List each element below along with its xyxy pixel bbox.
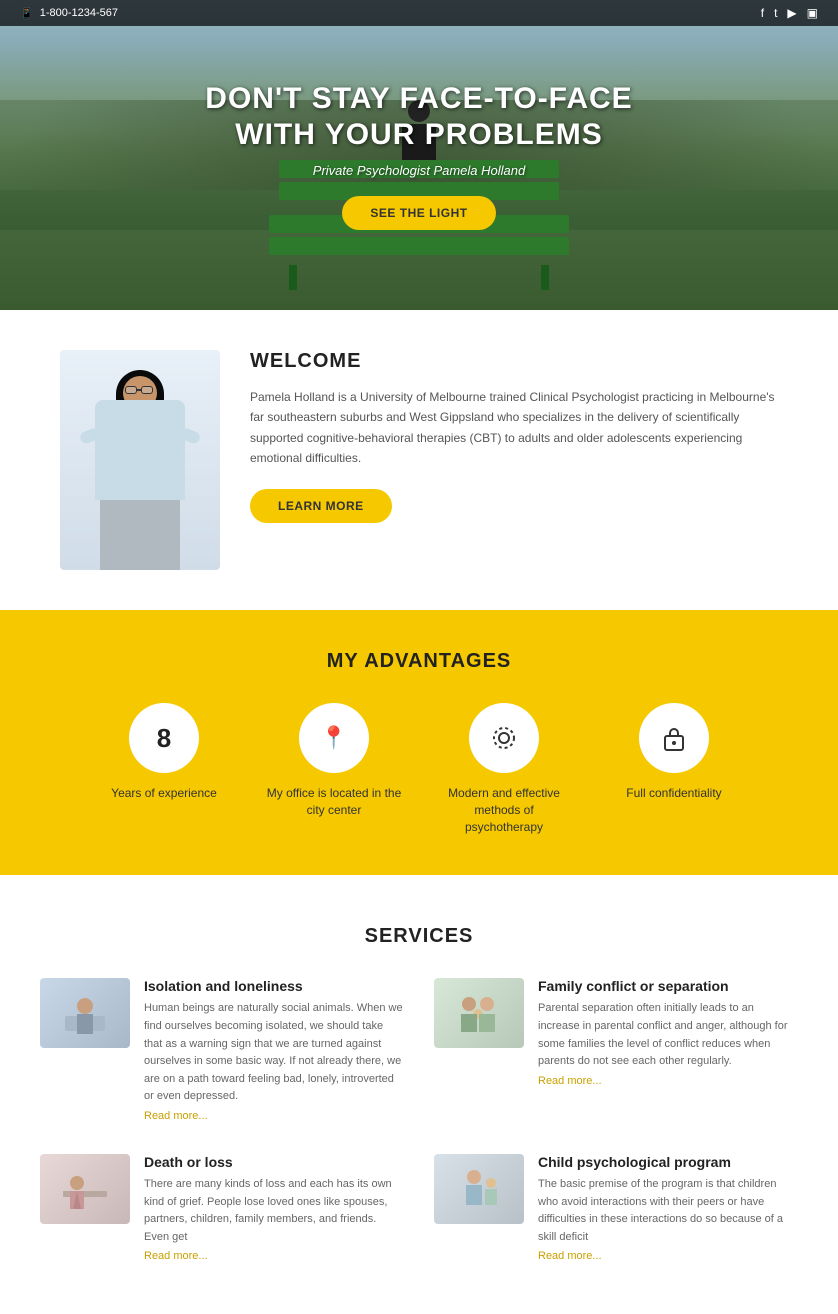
phone-bar: 📱 1-800-1234-567 <box>20 7 118 20</box>
experience-label: Years of experience <box>111 785 217 802</box>
service-image-family <box>434 978 524 1048</box>
twitter-icon[interactable]: t <box>774 6 777 20</box>
psychologist-avatar <box>60 350 220 570</box>
hero-subtitle: Private Psychologist Pamela Holland <box>205 163 632 178</box>
service-desc-child: The basic premise of the program is that… <box>538 1176 798 1246</box>
hero-cta-button[interactable]: SEE THE LIGHT <box>342 196 495 230</box>
service-content-child: Child psychological program The basic pr… <box>538 1154 798 1264</box>
welcome-title: WELCOME <box>250 350 778 373</box>
service-desc-family: Parental separation often initially lead… <box>538 1000 798 1070</box>
service-item-death: Death or loss There are many kinds of lo… <box>40 1154 404 1264</box>
phone-number: 1-800-1234-567 <box>40 7 118 19</box>
advantage-circle-confidentiality <box>639 703 709 773</box>
learn-more-button[interactable]: LEARN MORE <box>250 489 392 523</box>
instagram-icon[interactable]: ▣ <box>807 6 818 20</box>
advantages-title: MY ADVANTAGES <box>30 650 808 673</box>
welcome-description: Pamela Holland is a University of Melbou… <box>250 387 778 469</box>
services-grid: Isolation and loneliness Human beings ar… <box>40 978 798 1264</box>
death-illustration <box>55 1161 115 1216</box>
advantage-circle-methods <box>469 703 539 773</box>
experience-number: 8 <box>157 723 171 754</box>
service-image-child <box>434 1154 524 1224</box>
bench-leg-left <box>289 265 297 290</box>
facebook-icon[interactable]: f <box>761 6 764 20</box>
service-item-child: Child psychological program The basic pr… <box>434 1154 798 1264</box>
hero-section: DON'T STAY FACE-TO-FACE WITH YOUR PROBLE… <box>0 0 838 310</box>
service-image-isolation <box>40 978 130 1048</box>
services-section: SERVICES Isolation and loneliness Human … <box>0 875 838 1314</box>
gear-icon <box>490 724 518 752</box>
service-name-child: Child psychological program <box>538 1154 798 1170</box>
youtube-icon[interactable]: ▶ <box>787 6 796 20</box>
bench-leg-right <box>541 265 549 290</box>
advantages-grid: 8 Years of experience 📍 My office is loc… <box>30 703 808 835</box>
service-desc-isolation: Human beings are naturally social animal… <box>144 1000 404 1106</box>
location-label: My office is located in the city center <box>264 785 404 819</box>
service-content-isolation: Isolation and loneliness Human beings ar… <box>144 978 404 1124</box>
service-content-death: Death or loss There are many kinds of lo… <box>144 1154 404 1264</box>
advantage-item-location: 📍 My office is located in the city cente… <box>264 703 404 835</box>
read-more-isolation[interactable]: Read more... <box>144 1110 208 1122</box>
service-image-death <box>40 1154 130 1224</box>
social-icons: f t ▶ ▣ <box>761 6 818 20</box>
welcome-text: WELCOME Pamela Holland is a University o… <box>250 350 778 523</box>
service-item-isolation: Isolation and loneliness Human beings ar… <box>40 978 404 1124</box>
location-icon: 📍 <box>320 725 347 751</box>
hero-title: DON'T STAY FACE-TO-FACE WITH YOUR PROBLE… <box>205 81 632 153</box>
advantage-circle-experience: 8 <box>129 703 199 773</box>
read-more-child[interactable]: Read more... <box>538 1250 602 1262</box>
advantage-item-methods: Modern and effective methods of psychoth… <box>434 703 574 835</box>
isolation-illustration <box>55 986 115 1041</box>
phone-icon: 📱 <box>20 7 34 20</box>
hero-content: DON'T STAY FACE-TO-FACE WITH YOUR PROBLE… <box>205 81 632 230</box>
advantage-item-confidentiality: Full confidentiality <box>604 703 744 835</box>
advantage-circle-location: 📍 <box>299 703 369 773</box>
welcome-image-container <box>60 350 220 570</box>
lock-icon <box>662 724 686 752</box>
service-name-family: Family conflict or separation <box>538 978 798 994</box>
service-content-family: Family conflict or separation Parental s… <box>538 978 798 1088</box>
advantage-item-experience: 8 Years of experience <box>94 703 234 835</box>
confidentiality-label: Full confidentiality <box>626 785 721 802</box>
bench-seat-slat2 <box>269 237 569 255</box>
read-more-family[interactable]: Read more... <box>538 1075 602 1087</box>
service-item-family: Family conflict or separation Parental s… <box>434 978 798 1124</box>
welcome-section: WELCOME Pamela Holland is a University o… <box>0 310 838 610</box>
service-name-death: Death or loss <box>144 1154 404 1170</box>
family-illustration <box>449 986 509 1041</box>
service-name-isolation: Isolation and loneliness <box>144 978 404 994</box>
service-desc-death: There are many kinds of loss and each ha… <box>144 1176 404 1246</box>
advantages-section: MY ADVANTAGES 8 Years of experience 📍 My… <box>0 610 838 875</box>
methods-label: Modern and effective methods of psychoth… <box>434 785 574 835</box>
child-illustration <box>449 1161 509 1216</box>
services-title: SERVICES <box>40 925 798 948</box>
read-more-death[interactable]: Read more... <box>144 1250 208 1262</box>
top-bar: 📱 1-800-1234-567 f t ▶ ▣ <box>0 0 838 26</box>
